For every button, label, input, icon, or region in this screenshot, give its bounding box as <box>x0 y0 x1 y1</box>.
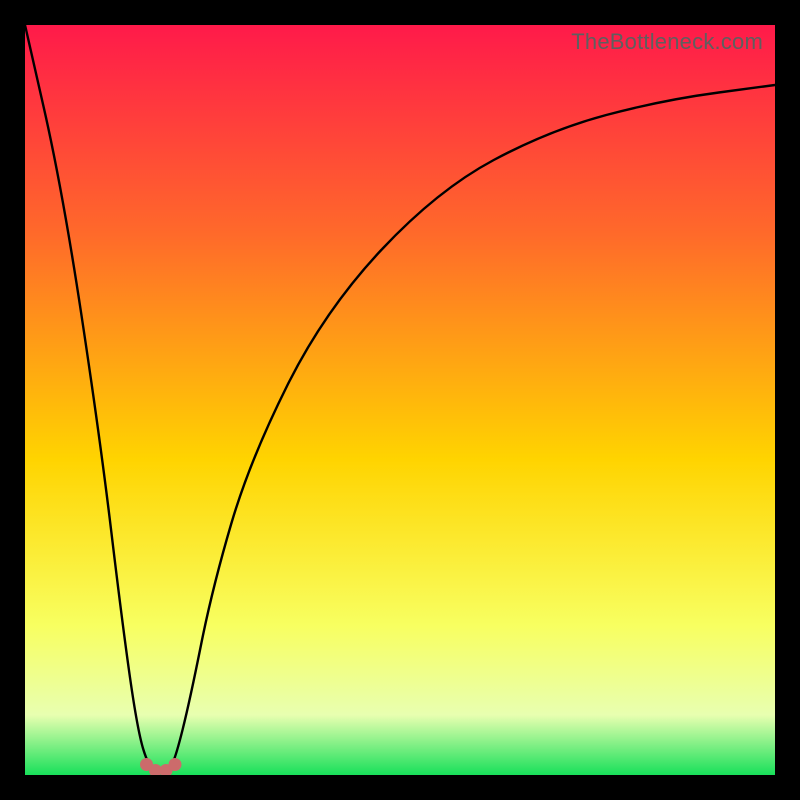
watermark-text: TheBottleneck.com <box>571 29 763 55</box>
bottleneck-curve <box>25 25 775 775</box>
chart-frame: TheBottleneck.com <box>25 25 775 775</box>
curve-marker <box>169 758 182 771</box>
